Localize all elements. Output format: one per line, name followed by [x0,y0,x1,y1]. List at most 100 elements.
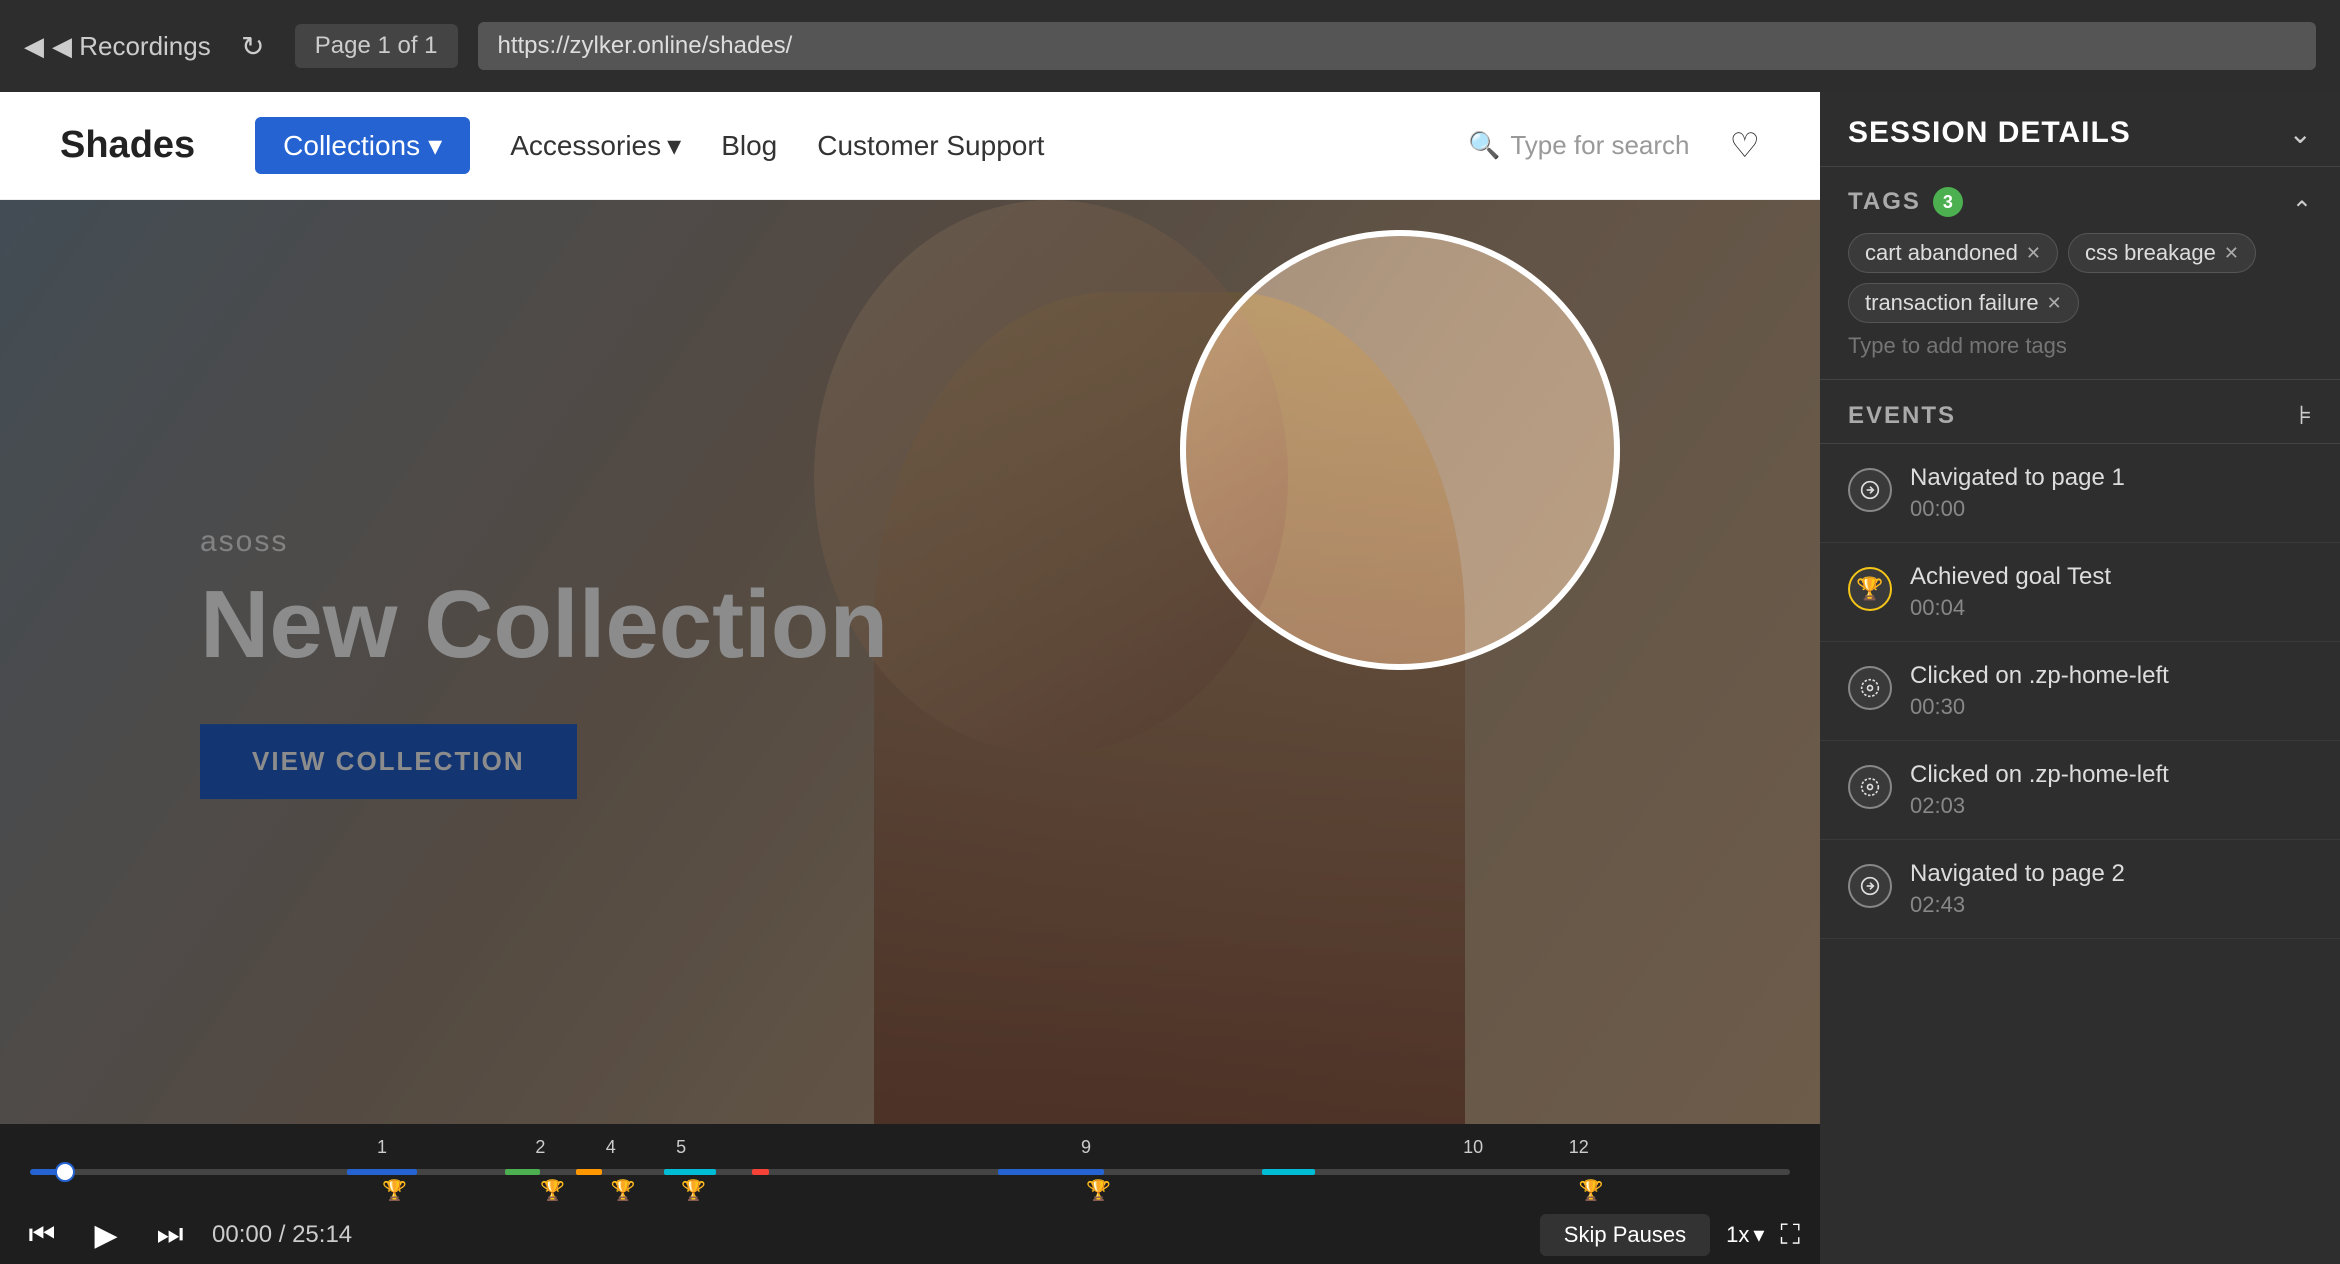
event-trophy-icon: 🏆 [1848,567,1892,611]
segment-red-1 [752,1169,770,1175]
skip-pauses-button[interactable]: Skip Pauses [1540,1214,1710,1256]
event-item-click-1[interactable]: Clicked on .zp-home-left 00:30 [1820,642,2340,741]
back-label: ◀ Recordings [52,31,211,62]
event-name: Clicked on .zp-home-left [1910,662,2312,690]
tag-input[interactable] [1848,333,2136,359]
event-time: 02:03 [1910,793,2312,819]
event-name: Achieved goal Test [1910,563,2312,591]
tags-section: TAGS 3 ⌃ cart abandoned ✕ css breakage ✕… [1820,167,2340,380]
events-label: EVENTS [1848,402,1956,430]
back-button[interactable]: ◀ ◀ Recordings [24,31,211,62]
event-time: 00:04 [1910,595,2312,621]
prev-button[interactable]: ⏮ [20,1218,64,1252]
play-button[interactable]: ▶ [84,1218,128,1253]
current-time: 00:00 [212,1221,272,1248]
event-nav-icon-2 [1848,864,1892,908]
view-collection-button[interactable]: VIEW COLLECTION [200,724,577,799]
tag-label: css breakage [2085,240,2216,266]
back-arrow-icon: ◀ [24,31,44,62]
event-body: Achieved goal Test 00:04 [1910,563,2312,621]
tag-label: cart abandoned [1865,240,2018,266]
trophy-marker-1: 🏆 [382,1178,407,1203]
hero-content: asoss New Collection VIEW COLLECTION [200,525,888,799]
speed-button[interactable]: 1x ▾ [1726,1222,1764,1248]
timeline-thumb[interactable] [55,1162,75,1182]
trophy-marker-5: 🏆 [1086,1178,1111,1203]
playback-bar: 1 2 4 5 9 10 12 🏆 🏆 🏆 🏆 🏆 🏆 [0,1124,1820,1264]
nav-customer-support[interactable]: Customer Support [817,130,1044,162]
tags-toggle-button[interactable]: ⌃ [2292,196,2312,225]
tag-remove-icon[interactable]: ✕ [2047,293,2062,314]
accessories-chevron-icon: ▾ [667,129,681,162]
timeline[interactable]: 1 2 4 5 9 10 12 🏆 🏆 🏆 🏆 🏆 🏆 [20,1136,1800,1208]
tags-header: TAGS 3 [1848,187,1963,217]
event-click-icon-2 [1848,765,1892,809]
search-bar[interactable]: 🔍 Type for search [1468,130,1690,161]
event-body: Navigated to page 2 02:43 [1910,860,2312,918]
tag-cart-abandoned[interactable]: cart abandoned ✕ [1848,233,2058,273]
segment-teal-2 [1262,1169,1315,1175]
event-time: 00:00 [1910,496,2312,522]
tags-count-badge: 3 [1933,187,1963,217]
hero-title: New Collection [200,575,888,676]
event-item-nav-2[interactable]: Navigated to page 2 02:43 [1820,840,2340,939]
event-click-icon [1848,666,1892,710]
main-area: Shades Collections ▾ Accessories ▾ Blog … [0,92,2340,1264]
total-time: 25:14 [292,1221,352,1248]
event-item-trophy-1[interactable]: 🏆 Achieved goal Test 00:04 [1820,543,2340,642]
next-button[interactable]: ⏭ [148,1218,192,1252]
marker-9: 9 [1081,1137,1091,1158]
event-time: 02:43 [1910,892,2312,918]
event-name: Navigated to page 1 [1910,464,2312,492]
playback-controls: ⏮ ▶ ⏭ 00:00 / 25:14 Skip Pauses 1x ▾ ⛶ [20,1208,1800,1264]
segment-blue-2 [998,1169,1104,1175]
tags-section-header: TAGS 3 ⌃ [1848,187,2312,233]
event-time: 00:30 [1910,694,2312,720]
right-panel: SESSION DETAILS ⌄ TAGS 3 ⌃ cart abandone… [1820,92,2340,1264]
event-body: Clicked on .zp-home-left 00:30 [1910,662,2312,720]
panel-title: SESSION DETAILS [1848,116,2131,150]
panel-collapse-button[interactable]: ⌄ [2289,117,2312,150]
nav-accessories[interactable]: Accessories ▾ [510,129,681,162]
site-logo: Shades [60,124,195,167]
trophy-marker-4: 🏆 [681,1178,706,1203]
events-filter-icon[interactable]: ⊧ [2298,400,2312,431]
hero-subtitle: asoss [200,525,888,559]
tag-transaction-failure[interactable]: transaction failure ✕ [1848,283,2079,323]
wishlist-heart-icon[interactable]: ♡ [1730,126,1760,166]
segment-green-1 [505,1169,540,1175]
events-section: EVENTS ⊧ Navigated to page 1 00:00 🏆 [1820,380,2340,1264]
fullscreen-button[interactable]: ⛶ [1780,1219,1800,1252]
tag-css-breakage[interactable]: css breakage ✕ [2068,233,2256,273]
trophy-marker-2: 🏆 [540,1178,565,1203]
tags-label: TAGS [1848,188,1921,216]
segment-blue-1 [347,1169,417,1175]
trophy-marker-6: 🏆 [1579,1178,1604,1203]
marker-5: 5 [676,1137,686,1158]
url-bar[interactable]: https://zylker.online/shades/ [478,22,2317,70]
site-nav: Shades Collections ▾ Accessories ▾ Blog … [0,92,1820,200]
search-placeholder: Type for search [1510,130,1689,161]
chevron-down-icon: ▾ [428,129,442,162]
marker-2: 2 [535,1137,545,1158]
segment-teal-1 [664,1169,717,1175]
tags-row: cart abandoned ✕ css breakage ✕ transact… [1848,233,2312,359]
nav-collections-button[interactable]: Collections ▾ [255,117,470,174]
reload-button[interactable]: ↻ [231,30,275,63]
nav-blog[interactable]: Blog [721,130,777,162]
time-display: 00:00 / 25:14 [212,1221,352,1249]
event-name: Clicked on .zp-home-left [1910,761,2312,789]
event-item-click-2[interactable]: Clicked on .zp-home-left 02:03 [1820,741,2340,840]
tag-remove-icon[interactable]: ✕ [2224,243,2239,264]
tag-remove-icon[interactable]: ✕ [2026,243,2041,264]
playback-right-controls: Skip Pauses 1x ▾ ⛶ [1540,1214,1800,1256]
tag-label: transaction failure [1865,290,2039,316]
timeline-track[interactable]: 1 2 4 5 9 10 12 🏆 🏆 🏆 🏆 🏆 🏆 [30,1169,1790,1175]
hero-section: asoss New Collection VIEW COLLECTION [0,200,1820,1124]
marker-12: 12 [1569,1137,1589,1158]
event-item-nav-1[interactable]: Navigated to page 1 00:00 [1820,444,2340,543]
panel-header: SESSION DETAILS ⌄ [1820,92,2340,167]
page-indicator: Page 1 of 1 [295,24,458,68]
browser-bar: ◀ ◀ Recordings ↻ Page 1 of 1 https://zyl… [0,0,2340,92]
marker-4: 4 [606,1137,616,1158]
